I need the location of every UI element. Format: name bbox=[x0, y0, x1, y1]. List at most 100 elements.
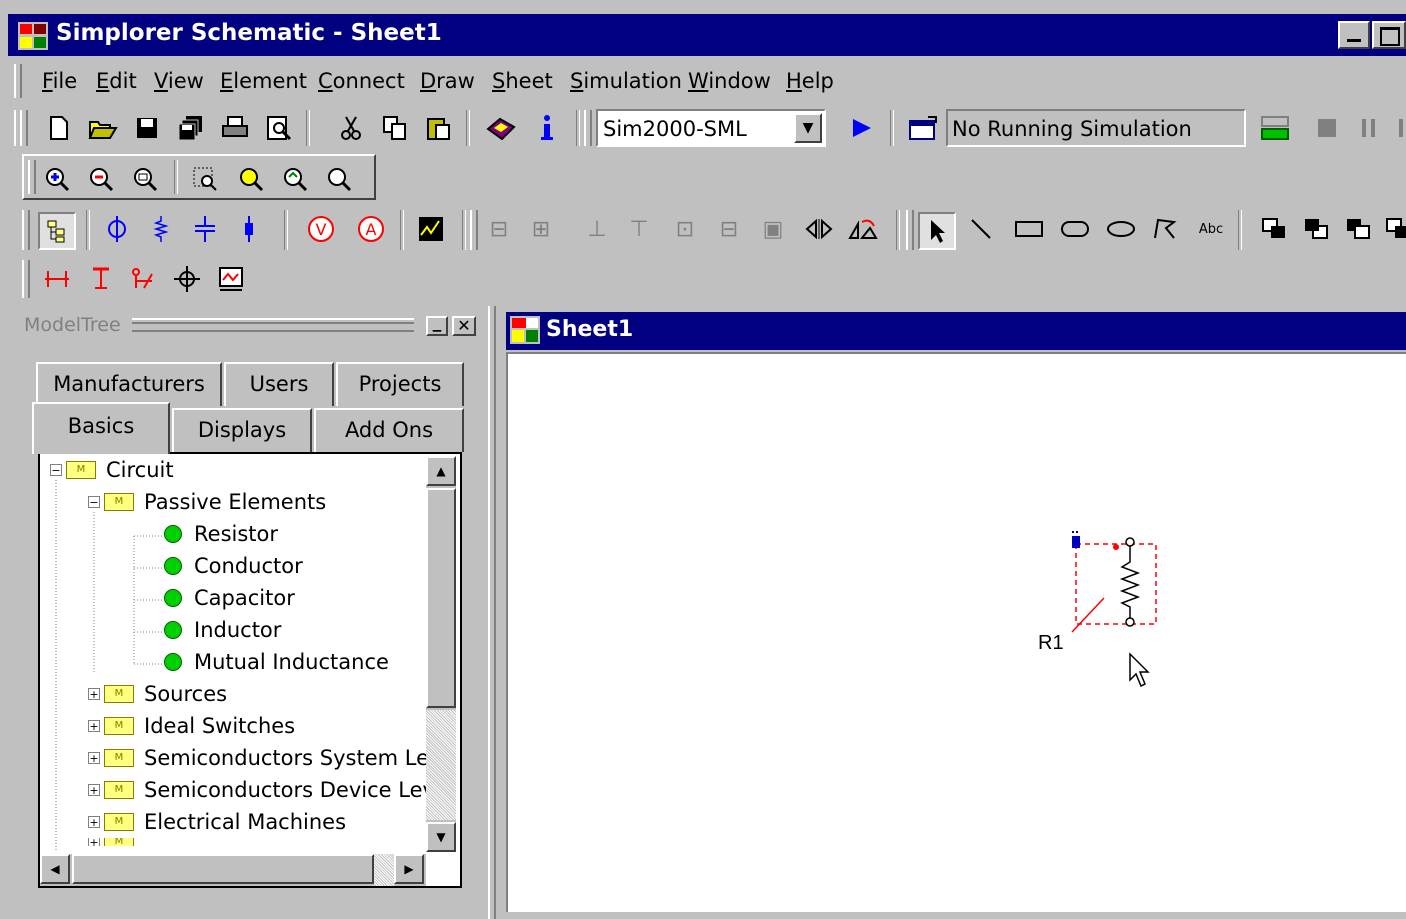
send-backward-icon[interactable] bbox=[1384, 212, 1406, 246]
flip-horizontal-icon[interactable] bbox=[802, 212, 836, 246]
tab-displays[interactable]: Displays bbox=[172, 408, 312, 452]
align-left-icon[interactable]: ⊟ bbox=[482, 212, 516, 246]
draw-ellipse-icon[interactable] bbox=[1104, 212, 1138, 246]
scroll-up-icon[interactable]: ▲ bbox=[426, 456, 456, 486]
menu-element[interactable]: Element bbox=[220, 69, 307, 93]
resistor-symbol-icon[interactable] bbox=[144, 212, 178, 246]
tree-node-ideal-switches[interactable]: + M Ideal Switches bbox=[88, 710, 295, 742]
bring-forward-icon[interactable] bbox=[1342, 212, 1376, 246]
copy-icon[interactable] bbox=[378, 111, 412, 145]
zoom-window-icon[interactable] bbox=[188, 162, 222, 196]
step-simulation-icon[interactable] bbox=[1394, 111, 1406, 145]
move-tool-icon[interactable] bbox=[170, 262, 204, 296]
tree-leaf-conductor[interactable]: Conductor bbox=[164, 550, 303, 582]
save-all-icon[interactable] bbox=[174, 111, 208, 145]
expand-icon[interactable]: + bbox=[88, 688, 100, 700]
chevron-down-icon[interactable]: ▼ bbox=[794, 113, 822, 143]
tab-projects[interactable]: Projects bbox=[336, 362, 464, 406]
tab-users[interactable]: Users bbox=[224, 362, 334, 406]
open-folder-icon[interactable] bbox=[86, 111, 120, 145]
zoom-fit-icon[interactable] bbox=[128, 162, 162, 196]
menu-view[interactable]: View bbox=[154, 69, 204, 93]
send-to-back-icon[interactable] bbox=[1300, 212, 1334, 246]
stop-simulation-icon[interactable] bbox=[1310, 111, 1344, 145]
save-icon[interactable] bbox=[130, 111, 164, 145]
menu-sheet[interactable]: Sheet bbox=[492, 69, 553, 93]
scroll-right-icon[interactable]: ▶ bbox=[394, 854, 424, 884]
element-toolbar-grip[interactable] bbox=[22, 210, 30, 250]
run-simulation-icon[interactable] bbox=[844, 111, 878, 145]
menu-file[interactable]: File bbox=[42, 69, 77, 93]
scroll-left-icon[interactable]: ◀ bbox=[40, 854, 70, 884]
expand-icon[interactable]: + bbox=[88, 752, 100, 764]
draw-rectangle-icon[interactable] bbox=[1012, 212, 1046, 246]
menu-grip[interactable] bbox=[14, 64, 22, 98]
same-size-icon[interactable]: ▣ bbox=[756, 212, 790, 246]
expand-icon[interactable]: + bbox=[88, 816, 100, 828]
menu-window[interactable]: Window bbox=[688, 69, 771, 93]
collapse-icon[interactable]: − bbox=[88, 496, 100, 508]
voltmeter-icon[interactable]: V bbox=[304, 212, 338, 246]
tree-node-circuit[interactable]: − M Circuit bbox=[50, 454, 174, 486]
cut-icon[interactable] bbox=[334, 111, 368, 145]
info-icon[interactable] bbox=[530, 111, 564, 145]
menu-connect[interactable]: Connect bbox=[318, 69, 405, 93]
align-right-icon[interactable]: ⊞ bbox=[524, 212, 558, 246]
new-file-icon[interactable] bbox=[42, 111, 76, 145]
tree-node-electrical-machines[interactable]: + M Electrical Machines bbox=[88, 806, 346, 838]
ground-tool-icon[interactable] bbox=[84, 262, 118, 296]
tab-add-ons[interactable]: Add Ons bbox=[314, 408, 464, 452]
tree-node-semiconductors-device[interactable]: + M Semiconductors Device Lev bbox=[88, 774, 435, 806]
modeltree-toggle-icon[interactable] bbox=[38, 212, 76, 250]
modeltree-close-button[interactable]: ✕ bbox=[452, 316, 476, 336]
align-toolbar-grip[interactable] bbox=[470, 210, 478, 250]
component-book-icon[interactable] bbox=[484, 111, 518, 145]
sim-toolbar-grip[interactable] bbox=[584, 110, 592, 146]
expand-icon[interactable]: + bbox=[88, 784, 100, 796]
panel-splitter[interactable] bbox=[488, 306, 496, 919]
wire-tool-icon[interactable] bbox=[40, 262, 74, 296]
resistor-symbol[interactable] bbox=[1119, 537, 1141, 627]
paste-icon[interactable] bbox=[422, 111, 456, 145]
menu-simulation[interactable]: Simulation bbox=[570, 69, 682, 93]
collapse-icon[interactable]: − bbox=[50, 464, 62, 476]
minimize-button[interactable] bbox=[1338, 21, 1370, 49]
bring-to-front-icon[interactable] bbox=[1258, 212, 1292, 246]
draw-toolbar-grip[interactable] bbox=[906, 210, 914, 250]
tree-leaf-inductor[interactable]: Inductor bbox=[164, 614, 281, 646]
distribute-horizontal-icon[interactable]: ⊡ bbox=[668, 212, 702, 246]
simulator-select[interactable]: Sim2000-SML ▼ bbox=[596, 109, 826, 147]
distribute-vertical-icon[interactable]: ⊟ bbox=[712, 212, 746, 246]
capacitor-symbol-icon[interactable] bbox=[188, 212, 222, 246]
tree-leaf-capacitor[interactable]: Capacitor bbox=[164, 582, 295, 614]
draw-polygon-icon[interactable] bbox=[1148, 212, 1182, 246]
scroll-down-icon[interactable]: ▼ bbox=[426, 822, 456, 852]
graph-display-icon[interactable] bbox=[414, 212, 448, 246]
scroll-thumb[interactable] bbox=[426, 488, 456, 708]
zoom-toolbar-grip[interactable] bbox=[28, 160, 36, 194]
simulation-window-icon[interactable] bbox=[906, 111, 940, 145]
zoom-icon[interactable] bbox=[322, 162, 356, 196]
menu-edit[interactable]: Edit bbox=[96, 69, 137, 93]
schematic-canvas[interactable]: R1 bbox=[506, 352, 1406, 912]
draw-line-icon[interactable] bbox=[964, 212, 998, 246]
menu-help[interactable]: Help bbox=[786, 69, 834, 93]
tree-node-semiconductors-system[interactable]: + M Semiconductors System Lev bbox=[88, 742, 441, 774]
app-icon[interactable] bbox=[18, 22, 48, 50]
zoom-all-icon[interactable] bbox=[278, 162, 312, 196]
print-preview-icon[interactable] bbox=[262, 111, 296, 145]
tab-manufacturers[interactable]: Manufacturers bbox=[36, 362, 222, 406]
modeltree-drag-bar[interactable] bbox=[132, 318, 414, 332]
tree-node-sources[interactable]: + M Sources bbox=[88, 678, 227, 710]
modeltree-minimize-button[interactable]: ▁ bbox=[426, 316, 448, 336]
menu-draw[interactable]: Draw bbox=[420, 69, 475, 93]
print-icon[interactable] bbox=[218, 111, 252, 145]
draw-rounded-rectangle-icon[interactable] bbox=[1058, 212, 1092, 246]
tree-node-passive-elements[interactable]: − M Passive Elements bbox=[88, 486, 326, 518]
expand-icon[interactable]: + bbox=[88, 720, 100, 732]
text-tool-icon[interactable]: Abc bbox=[1194, 212, 1228, 246]
inductor-symbol-icon[interactable] bbox=[232, 212, 266, 246]
node-icon[interactable] bbox=[100, 212, 134, 246]
port-tool-icon[interactable] bbox=[214, 262, 248, 296]
align-bottom-icon[interactable]: ⊤ bbox=[622, 212, 656, 246]
